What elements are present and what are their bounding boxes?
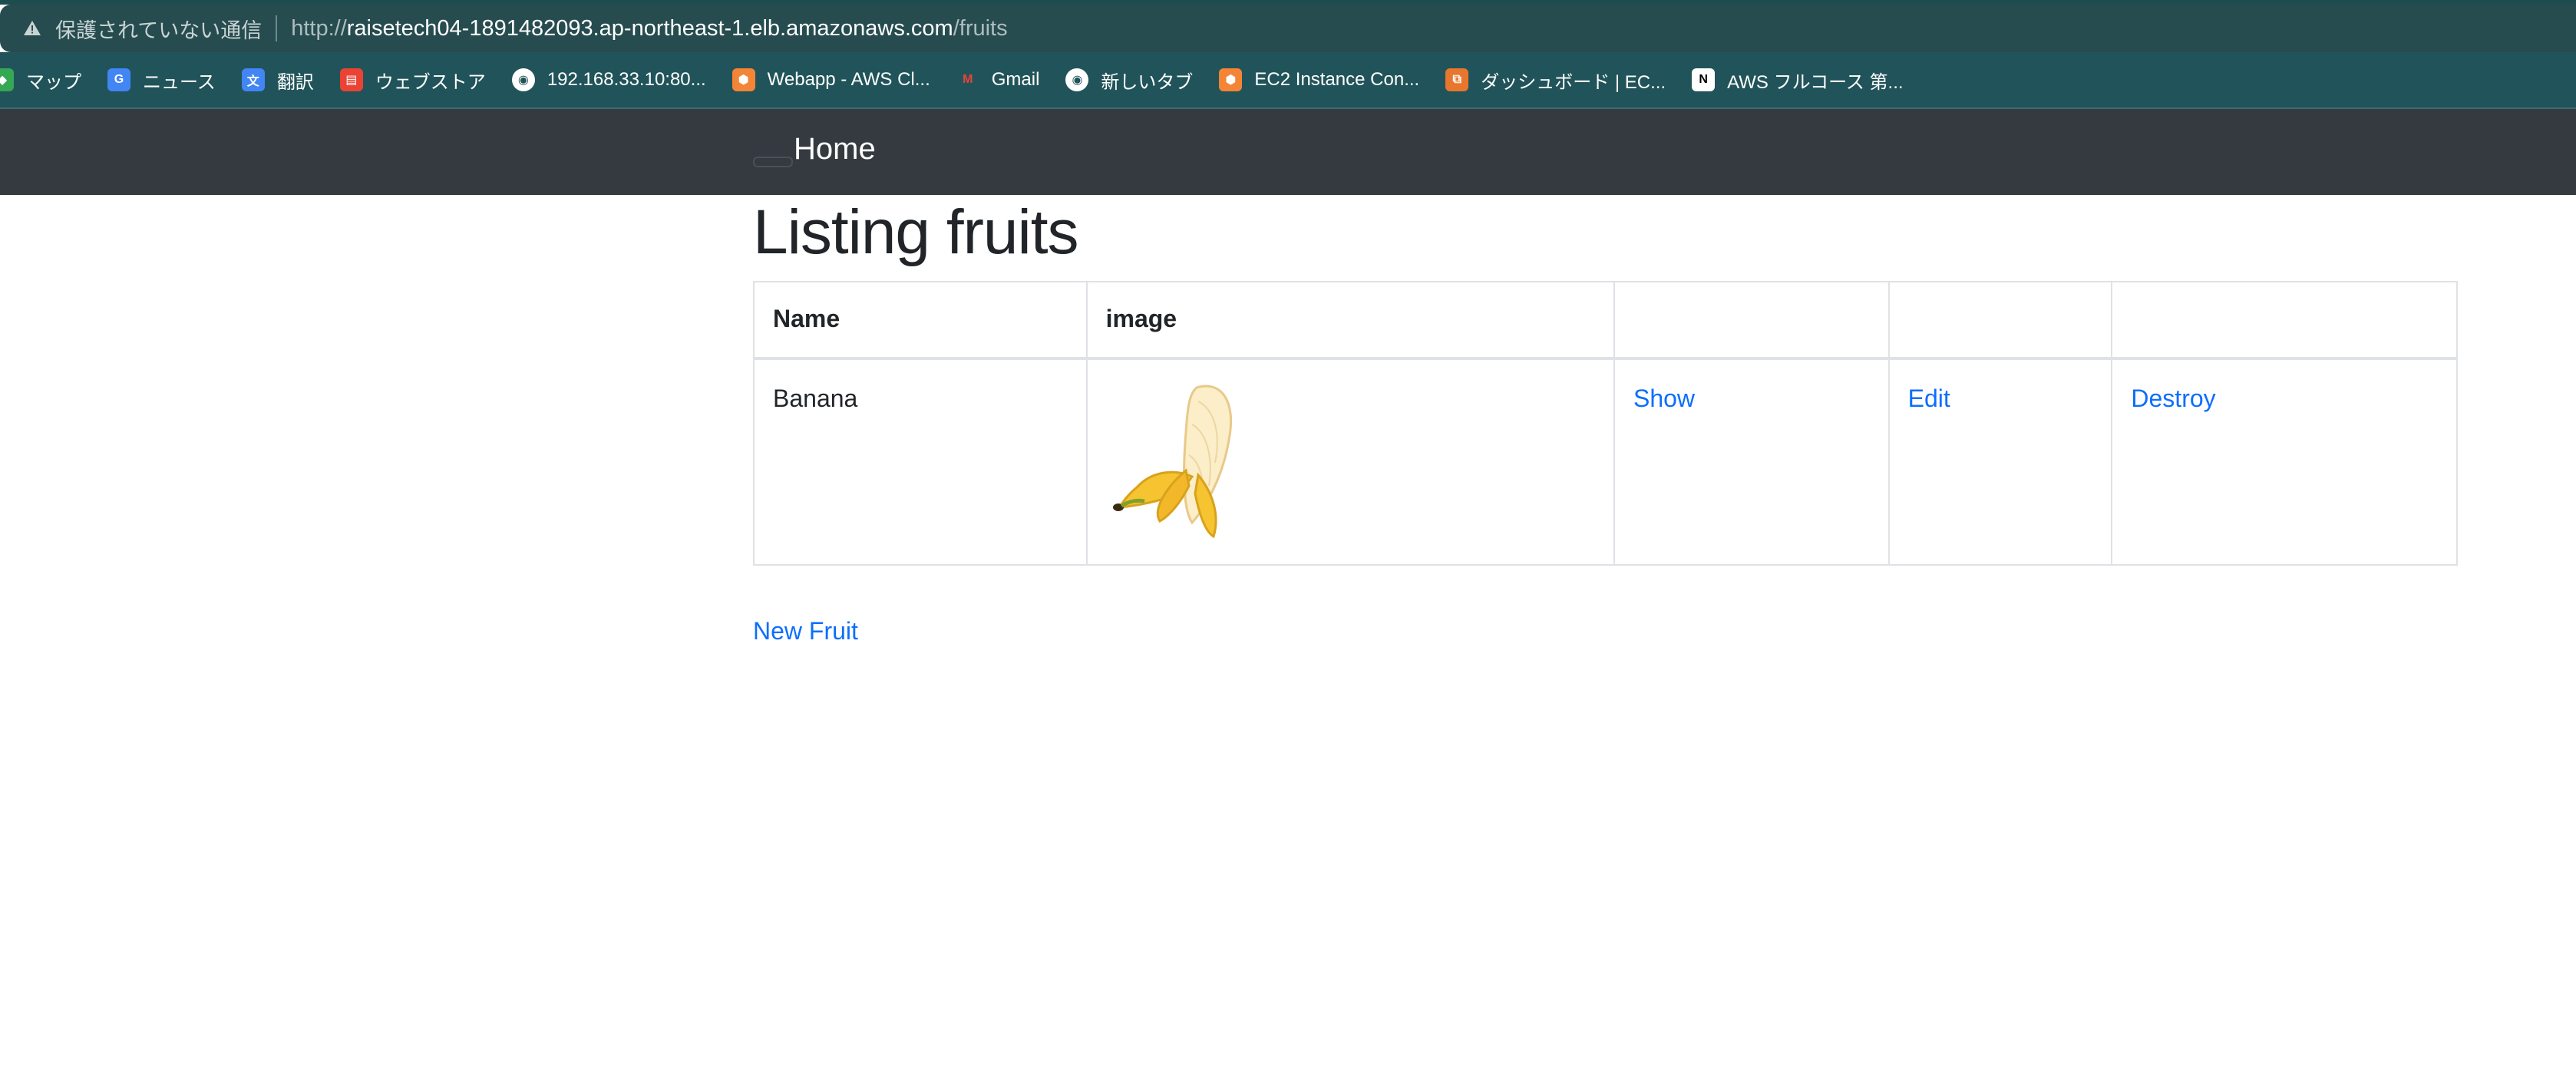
bookmark-item[interactable]: ⬢ EC2 Instance Con... — [1216, 57, 1430, 103]
header-empty-4 — [1887, 281, 2113, 360]
table-header-row: Name image — [753, 281, 2458, 360]
new-fruit-link[interactable]: New Fruit — [753, 617, 858, 645]
navbar-toggler-button[interactable] — [753, 157, 793, 167]
banana-image — [1112, 385, 1232, 539]
bookmark-item[interactable]: M Gmail — [953, 57, 1051, 103]
translate-icon: 文 — [241, 68, 265, 91]
bookmark-label: 翻訳 — [276, 71, 314, 93]
header-image: image — [1085, 281, 1615, 360]
navbar: Home — [0, 109, 2576, 195]
bookmark-item[interactable]: ◉ 新しいタブ — [1062, 57, 1204, 103]
bookmark-label: ダッシュボード | EC... — [1481, 71, 1666, 93]
show-cell: Show — [1613, 358, 1890, 566]
bookmark-label: マップ — [26, 71, 81, 93]
bookmark-item[interactable]: 文翻訳 — [239, 57, 325, 103]
bookmark-label: 新しいタブ — [1101, 71, 1194, 93]
bookmark-item[interactable]: ◆ マップ — [0, 57, 92, 103]
gmail-icon: M — [963, 73, 973, 86]
aws-dashboard-icon: ⧉ — [1445, 68, 1469, 91]
globe-icon: ◉ — [511, 68, 535, 91]
url-host: raisetech04-1891482093.ap-northeast-1.el… — [346, 15, 953, 41]
header-empty-5 — [2111, 281, 2458, 360]
bookmark-label: AWS フルコース 第... — [1727, 71, 1904, 93]
bookmark-item[interactable]: ◉ 192.168.33.10:80... — [509, 57, 717, 103]
edit-link[interactable]: Edit — [1908, 385, 1950, 412]
fruits-table: Name image Banana Show Edit Destroy — [753, 281, 2458, 566]
destroy-cell: Destroy — [2111, 358, 2458, 566]
show-link[interactable]: Show — [1633, 385, 1695, 412]
url-path: /fruits — [953, 15, 1008, 41]
bookmark-label: Gmail — [991, 69, 1040, 90]
aws-cloud9-icon: ⬢ — [732, 68, 755, 91]
bookmark-item[interactable]: G ニュース — [104, 57, 226, 103]
security-label[interactable]: 保護されていない通信 — [55, 14, 262, 44]
globe-icon: ◉ — [1065, 68, 1089, 91]
notion-icon: N — [1692, 68, 1716, 91]
maps-icon: ◆ — [0, 68, 14, 91]
header-name: Name — [753, 281, 1088, 360]
bookmark-item[interactable]: N AWS フルコース 第... — [1689, 57, 1914, 103]
bookmark-label: Webapp - AWS Cl... — [767, 69, 930, 90]
url-scheme: http:// — [291, 15, 347, 41]
fruit-image-cell — [1085, 358, 1615, 566]
edit-cell: Edit — [1887, 358, 2113, 566]
bookmarks-bar: ◆ マップ G ニュース 文翻訳 ▤ ウェブストア ◉ 192.168.33.10:80... ⬢… — [0, 52, 2576, 109]
bookmark-item[interactable]: ▤ ウェブストア — [337, 57, 497, 103]
header-empty-3 — [1613, 281, 1890, 360]
url-text[interactable]: http://raisetech04-1891482093.ap-northea… — [291, 16, 1007, 41]
bookmark-label: 192.168.33.10:80... — [547, 69, 706, 90]
bookmark-item[interactable]: ⧉ ダッシュボード | EC... — [1442, 57, 1676, 103]
table-row: Banana Show Edit Destroy — [753, 358, 2458, 566]
url-divider — [276, 15, 278, 41]
navbar-brand-home[interactable]: Home — [794, 132, 876, 167]
page-title: Listing fruits — [753, 197, 1079, 267]
address-bar[interactable]: 保護されていない通信 http://raisetech04-1891482093… — [0, 5, 2576, 52]
destroy-link[interactable]: Destroy — [2131, 385, 2215, 412]
bookmark-label: ニュース — [143, 71, 216, 93]
bookmark-label: EC2 Instance Con... — [1254, 69, 1420, 90]
bookmark-item[interactable]: ⬢ Webapp - AWS Cl... — [729, 57, 941, 103]
webstore-icon: ▤ — [339, 68, 363, 91]
warning-icon[interactable] — [17, 13, 48, 44]
news-icon: G — [107, 68, 130, 91]
aws-ec2-icon: ⬢ — [1219, 68, 1243, 91]
bookmark-label: ウェブストア — [375, 71, 486, 93]
fruit-name-cell: Banana — [753, 358, 1088, 566]
